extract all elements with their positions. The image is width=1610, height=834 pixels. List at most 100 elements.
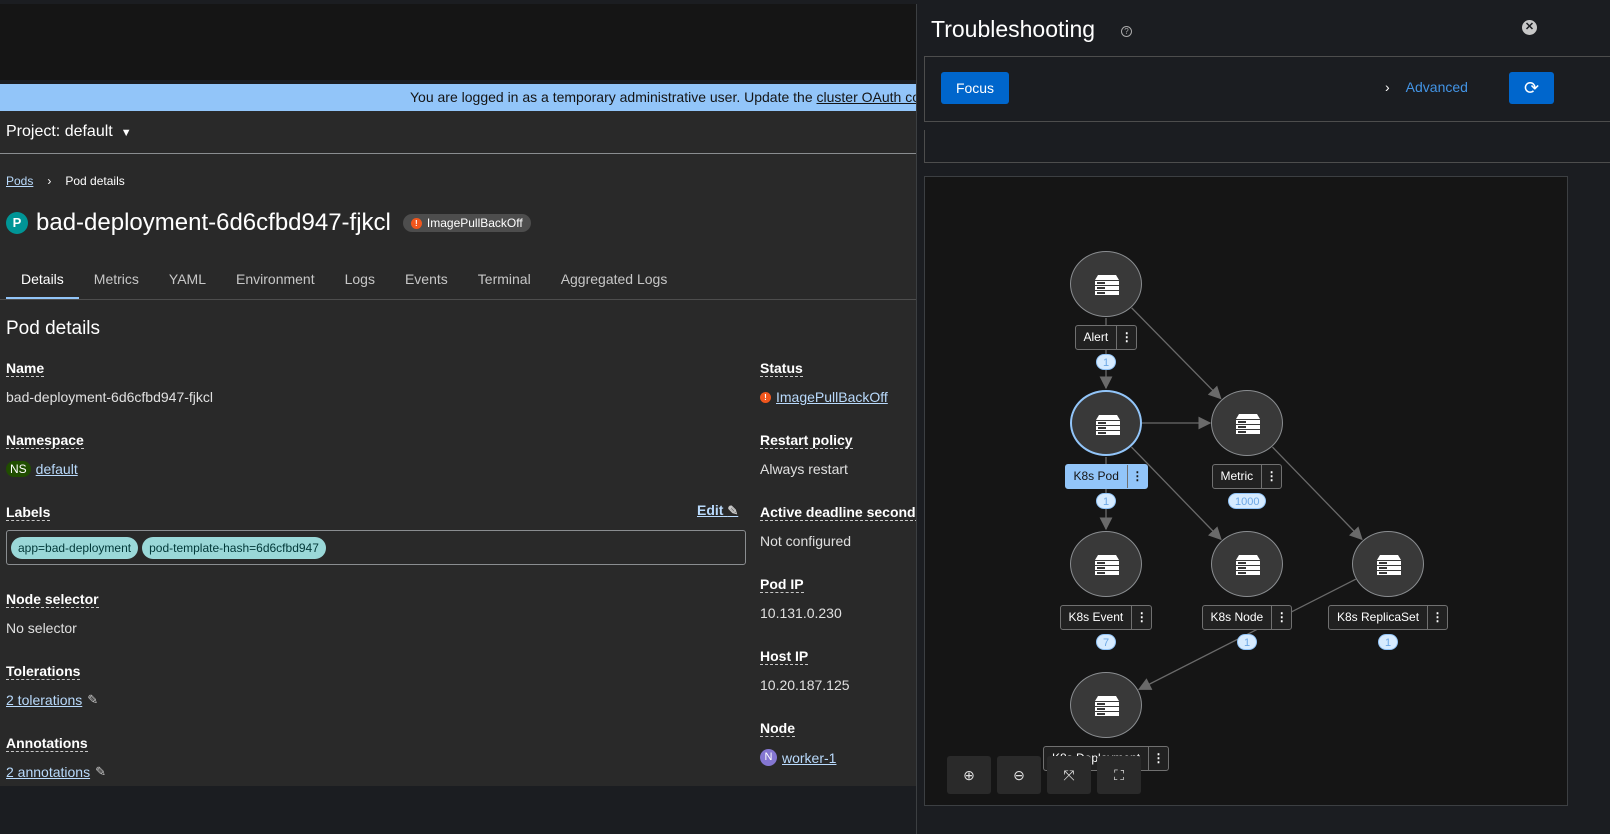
label-chip[interactable]: pod-template-hash=6d6cfbd947: [142, 536, 326, 559]
field-label: Restart policy: [760, 432, 853, 449]
graph-node-label[interactable]: K8s Node ⋮: [1201, 605, 1293, 630]
advanced-area: [924, 130, 1610, 163]
node-label-text: K8s ReplicaSet: [1337, 610, 1420, 624]
kebab-menu-icon[interactable]: ⋮: [1116, 326, 1136, 349]
error-icon: !: [760, 391, 771, 403]
field-tolerations: Tolerations 2 tolerations ✎: [6, 663, 98, 708]
kebab-menu-icon[interactable]: ⋮: [1271, 606, 1291, 629]
chevron-right-icon: ›: [1385, 79, 1390, 95]
graph-node-event[interactable]: [1070, 531, 1142, 597]
graph-node-label[interactable]: K8s Pod ⋮: [1064, 464, 1148, 489]
field-label: Node selector: [6, 591, 99, 608]
project-selector[interactable]: Project: default ▼: [6, 123, 132, 141]
graph-node-label[interactable]: Alert ⋮: [1074, 325, 1138, 350]
annotations-link[interactable]: 2 annotations: [6, 764, 90, 780]
pod-name: bad-deployment-6d6cfbd947-fjkcl: [36, 209, 391, 236]
graph-controls: ⊕ ⊖ ⤧ ⛶: [947, 756, 1141, 794]
graph-node-deploy[interactable]: [1070, 672, 1142, 738]
tabs: Details Metrics YAML Environment Logs Ev…: [6, 267, 682, 300]
node-count-badge: 7: [1096, 634, 1117, 650]
node-count-badge: 1: [1237, 634, 1258, 650]
graph-node-rs[interactable]: [1352, 531, 1424, 597]
label-chip[interactable]: app=bad-deployment: [11, 536, 139, 559]
server-icon: [1377, 555, 1401, 575]
field-value: Not configured: [760, 533, 852, 549]
breadcrumb: Pods › Pod details: [6, 174, 125, 188]
tab-events[interactable]: Events: [390, 267, 463, 300]
kebab-menu-icon[interactable]: ⋮: [1126, 465, 1147, 488]
field-pod-ip: Pod IP 10.131.0.230: [760, 576, 842, 621]
project-label: Project: default: [6, 123, 113, 140]
error-icon: !: [410, 217, 422, 229]
field-label: Namespace: [6, 432, 84, 449]
field-label: Tolerations: [6, 663, 81, 680]
zoom-out-button[interactable]: ⊖: [997, 756, 1041, 794]
namespace-link[interactable]: default: [36, 461, 78, 477]
edge-metric-rs: [1271, 446, 1363, 541]
kebab-menu-icon[interactable]: ⋮: [1148, 747, 1168, 770]
node-label-text: K8s Event: [1068, 610, 1124, 624]
divider: [0, 153, 916, 154]
graph-node-pod[interactable]: [1070, 390, 1142, 456]
node-label-text: Metric: [1220, 469, 1254, 483]
tab-details[interactable]: Details: [6, 267, 79, 300]
focus-button[interactable]: Focus: [941, 72, 1009, 104]
reset-view-button[interactable]: ⛶: [1097, 756, 1141, 794]
breadcrumb-pods[interactable]: Pods: [6, 174, 33, 188]
tab-metrics[interactable]: Metrics: [79, 267, 154, 300]
section-title: Pod details: [6, 318, 101, 339]
chevron-right-icon: ›: [47, 174, 52, 188]
close-icon[interactable]: ✕: [1522, 20, 1537, 35]
fullscreen-icon: ⛶: [1114, 767, 1124, 783]
graph-node-node[interactable]: [1211, 531, 1283, 597]
edge-pod-node: [1130, 446, 1222, 541]
kebab-menu-icon[interactable]: ⋮: [1131, 606, 1151, 629]
kebab-menu-icon[interactable]: ⋮: [1427, 606, 1447, 629]
server-icon: [1096, 415, 1120, 435]
query-toolbar: Focus › Advanced ⟳: [924, 56, 1610, 122]
node-count-badge: 1: [1096, 493, 1117, 509]
kebab-menu-icon[interactable]: ⋮: [1261, 465, 1281, 488]
fit-to-screen-button[interactable]: ⤧: [1047, 756, 1091, 794]
graph-node-label[interactable]: K8s Event ⋮: [1059, 605, 1153, 630]
graph-node-label[interactable]: Metric ⋮: [1211, 464, 1283, 489]
node-label-text: Alert: [1083, 330, 1109, 344]
edit-label: Edit: [697, 502, 724, 518]
server-icon: [1095, 275, 1119, 295]
graph-node-metric[interactable]: [1211, 390, 1283, 456]
edit-labels-button[interactable]: Edit ✎: [697, 502, 738, 519]
server-icon: [1095, 555, 1119, 575]
tab-logs[interactable]: Logs: [330, 267, 390, 300]
zoom-in-button[interactable]: ⊕: [947, 756, 991, 794]
field-status: Status! ImagePullBackOff: [760, 360, 888, 405]
page-title: P bad-deployment-6d6cfbd947-fjkcl ! Image…: [6, 209, 531, 237]
node-link[interactable]: worker-1: [782, 750, 836, 766]
graph-node-alert[interactable]: [1070, 251, 1142, 317]
advanced-label: Advanced: [1405, 79, 1468, 95]
tab-terminal[interactable]: Terminal: [463, 267, 546, 300]
tolerations-link[interactable]: 2 tolerations: [6, 692, 82, 708]
field-value: 10.20.187.125: [760, 677, 850, 693]
field-label: Labels: [6, 504, 51, 521]
advanced-toggle[interactable]: › Advanced: [1385, 79, 1468, 95]
tab-environment[interactable]: Environment: [221, 267, 330, 300]
oauth-link[interactable]: cluster OAuth configuration: [817, 89, 917, 105]
topology-graph[interactable]: Alert ⋮ 1 K8s Pod ⋮ 1 Metric ⋮ 1000 K8s Event ⋮ 7 K8…: [924, 176, 1568, 806]
status-link[interactable]: ImagePullBackOff: [776, 389, 888, 405]
refresh-button[interactable]: ⟳: [1509, 72, 1554, 104]
help-icon[interactable]: ?: [1121, 26, 1132, 37]
pod-details-page: Project: default ▼ Pods › Pod details P bad…: [0, 111, 924, 786]
node-count-badge: 1: [1378, 634, 1399, 650]
field-label: Pod IP: [760, 576, 804, 593]
field-label: Active deadline seconds: [760, 504, 924, 521]
tab-yaml[interactable]: YAML: [154, 267, 221, 300]
field-value: No selector: [6, 620, 77, 636]
field-label: Annotations: [6, 735, 88, 752]
edge-alert-metric: [1131, 307, 1222, 400]
field-label: Node: [760, 720, 795, 737]
expand-icon: ⤧: [1063, 767, 1075, 783]
graph-node-label[interactable]: K8s ReplicaSet ⋮: [1328, 605, 1449, 630]
tab-aggregated-logs[interactable]: Aggregated Logs: [546, 267, 683, 300]
pencil-icon[interactable]: ✎: [87, 692, 98, 708]
pencil-icon[interactable]: ✎: [95, 764, 106, 780]
